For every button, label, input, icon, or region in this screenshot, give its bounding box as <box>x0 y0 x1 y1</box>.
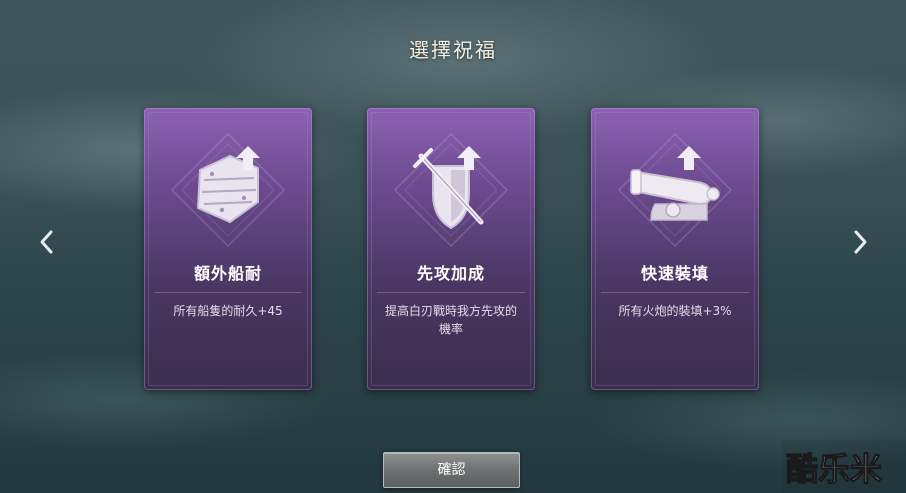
blessing-card-first-strike[interactable]: 先攻加成 提高白刃戰時我方先攻的機率 <box>367 108 535 390</box>
blessing-name: 額外船耐 <box>193 264 262 283</box>
chevron-right-icon <box>854 230 867 254</box>
blessing-description: 提高白刃戰時我方先攻的機率 <box>384 304 517 336</box>
previous-page-button[interactable] <box>35 224 59 260</box>
svg-text:酷乐米: 酷乐米 <box>786 450 882 488</box>
wooden-hull-plate-upgrade-icon <box>168 130 288 250</box>
card-divider <box>154 292 302 293</box>
blessing-description: 所有火炮的裝填+3% <box>618 304 732 318</box>
next-page-button[interactable] <box>848 224 872 260</box>
blessing-card-extra-durability[interactable]: 額外船耐 所有船隻的耐久+45 <box>144 108 312 390</box>
blessing-name: 先攻加成 <box>416 264 485 283</box>
blessing-name: 快速裝填 <box>640 264 709 283</box>
blessing-selection-screen: 選擇祝福 額外船耐 所有船隻的耐久+45 先攻加成 提高白刃戰時我方先攻的機率 … <box>0 0 906 493</box>
card-divider <box>601 292 749 293</box>
watermark-logo: 酷乐米 <box>782 440 906 493</box>
blessing-card-quick-reload[interactable]: 快速裝填 所有火炮的裝填+3% <box>591 108 759 390</box>
confirm-button[interactable]: 確認 <box>383 452 520 488</box>
cannon-upgrade-icon <box>615 130 735 250</box>
card-divider <box>377 292 525 293</box>
sword-shield-upgrade-icon <box>391 130 511 250</box>
screen-title: 選擇祝福 <box>409 38 497 62</box>
blessing-description: 所有船隻的耐久+45 <box>173 304 283 318</box>
chevron-left-icon <box>40 230 53 254</box>
